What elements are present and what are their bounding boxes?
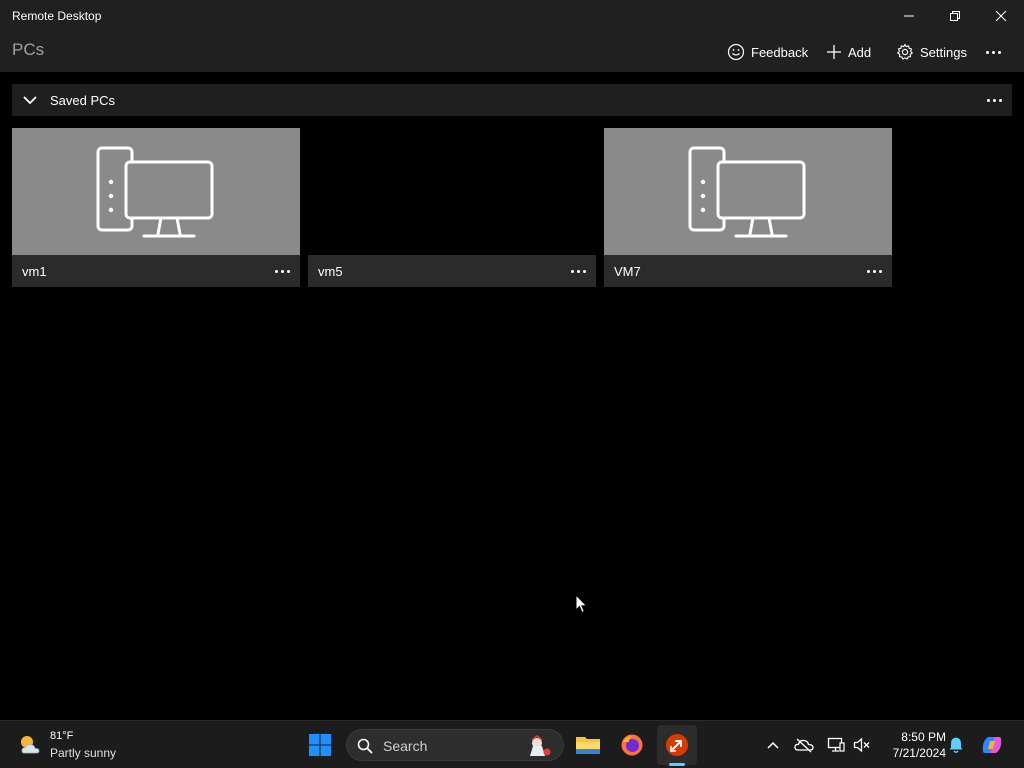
pc-name: vm5	[318, 264, 343, 279]
pc-tile[interactable]: vm1	[12, 128, 300, 287]
settings-label: Settings	[920, 44, 967, 60]
title-bar: Remote Desktop	[0, 0, 1024, 32]
cloud-offline-icon	[794, 738, 814, 753]
weather-condition: Partly sunny	[50, 746, 117, 760]
desktop-computer-icon	[688, 146, 806, 237]
clock-date: 7/21/2024	[892, 746, 946, 760]
start-button[interactable]	[300, 725, 340, 765]
more-options-button[interactable]	[986, 40, 1001, 64]
windows-start-icon	[309, 734, 331, 756]
page-title: PCs	[12, 40, 45, 59]
taskbar-search[interactable]: Search	[346, 729, 564, 761]
pc-name: VM7	[614, 264, 641, 279]
active-app-indicator	[669, 763, 685, 766]
mouse-cursor-icon	[575, 594, 588, 614]
saved-pcs-group-header[interactable]: Saved PCs	[12, 84, 1012, 116]
window-title: Remote Desktop	[12, 9, 102, 23]
more-icon	[986, 98, 1002, 102]
copilot-button[interactable]	[980, 733, 1004, 757]
pc-tile-footer: vm5	[308, 255, 596, 287]
pc-tile-footer: vm1	[12, 255, 300, 287]
restore-button[interactable]	[932, 0, 978, 32]
more-icon	[866, 269, 882, 273]
close-icon	[995, 10, 1007, 22]
gear-icon	[897, 43, 913, 60]
pc-tile[interactable]: vm5	[308, 128, 596, 287]
group-label: Saved PCs	[50, 93, 116, 108]
pc-more-button[interactable]	[272, 261, 292, 281]
add-button[interactable]: Add	[826, 40, 871, 64]
pc-tile[interactable]: VM7	[604, 128, 892, 287]
more-icon	[570, 269, 586, 273]
remote-desktop-icon	[666, 734, 688, 756]
chevron-up-icon	[767, 741, 779, 749]
remote-desktop-window: Remote Desktop PCs Feedback Add Settings…	[0, 0, 1024, 720]
pc-thumbnail[interactable]	[12, 128, 300, 255]
settings-button[interactable]: Settings	[896, 40, 967, 64]
search-highlight-icon	[530, 735, 551, 756]
group-more-button[interactable]	[984, 90, 1004, 110]
network-icon	[827, 737, 845, 752]
show-hidden-icons-button[interactable]	[763, 735, 783, 755]
command-bar: PCs Feedback Add Settings	[0, 32, 1024, 72]
copilot-icon	[982, 737, 1002, 753]
weather-temp: 81°F	[50, 730, 74, 742]
pc-thumbnail[interactable]	[604, 128, 892, 255]
minimize-button[interactable]	[886, 0, 932, 32]
firefox-icon	[621, 734, 643, 756]
pc-more-button[interactable]	[864, 261, 884, 281]
restore-icon	[950, 11, 960, 21]
smiley-icon	[727, 43, 745, 61]
plus-icon	[827, 45, 841, 59]
close-button[interactable]	[978, 0, 1024, 32]
partly-sunny-icon	[21, 736, 40, 754]
add-label: Add	[848, 44, 872, 60]
onedrive-tray-button[interactable]	[794, 735, 814, 755]
notifications-button[interactable]	[946, 735, 966, 755]
search-placeholder: Search	[383, 738, 428, 754]
taskbar: 81°F Partly sunny Search 8:50 PM 7/21/20…	[0, 720, 1024, 768]
pc-name: vm1	[22, 264, 47, 279]
file-explorer-icon	[576, 737, 600, 754]
pc-thumbnail[interactable]	[308, 128, 596, 255]
remote-desktop-taskbar-button[interactable]	[657, 725, 697, 766]
chevron-down-icon[interactable]	[22, 92, 38, 108]
taskbar-clock[interactable]: 8:50 PM 7/21/2024	[876, 729, 946, 761]
volume-tray-button[interactable]	[852, 735, 872, 755]
more-icon	[986, 50, 1001, 54]
firefox-button[interactable]	[612, 725, 652, 765]
search-icon	[357, 738, 373, 754]
volume-muted-icon	[853, 737, 870, 753]
desktop-computer-icon	[96, 146, 214, 237]
notification-bell-icon	[949, 737, 963, 753]
feedback-button[interactable]: Feedback	[727, 40, 808, 64]
more-icon	[274, 269, 290, 273]
pc-more-button[interactable]	[568, 261, 588, 281]
clock-time: 8:50 PM	[901, 730, 946, 744]
feedback-label: Feedback	[751, 44, 809, 60]
pc-tile-footer: VM7	[604, 255, 892, 287]
weather-widget[interactable]: 81°F Partly sunny	[16, 729, 136, 761]
minimize-icon	[904, 15, 914, 17]
network-tray-button[interactable]	[826, 735, 846, 755]
file-explorer-button[interactable]	[568, 725, 608, 765]
